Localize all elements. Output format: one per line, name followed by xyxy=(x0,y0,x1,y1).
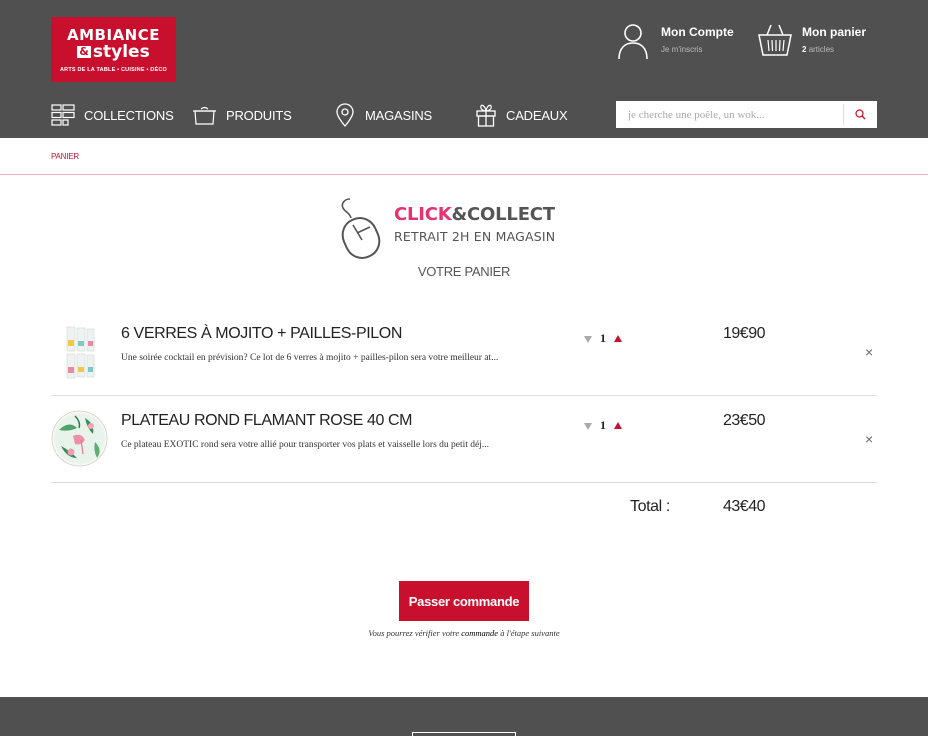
basket-subtitle: 2 articles xyxy=(802,45,834,54)
collections-icon xyxy=(51,104,75,126)
order-note-before: Vous pourrez vérifier votre xyxy=(368,628,460,638)
cart-item: 6 VERRES À MOJITO + PAILLES-PILON Une so… xyxy=(51,309,877,396)
nav-produits[interactable]: PRODUITS xyxy=(192,100,292,130)
logo-tagline: ARTS DE LA TABLE • CUISINE • DÉCO xyxy=(59,67,167,73)
basket-count: 2 xyxy=(802,45,807,54)
gift-icon xyxy=(476,104,496,127)
order-note: Vous pourrez vérifier votre commande à l… xyxy=(0,628,928,638)
search-button[interactable] xyxy=(843,104,877,125)
user-icon xyxy=(618,24,648,60)
cart-item: PLATEAU ROND FLAMANT ROSE 40 CM Ce plate… xyxy=(51,396,877,483)
site-header: AMBIANCE & styles ARTS DE LA TABLE • CUIS… xyxy=(0,0,928,138)
product-price: 19€90 xyxy=(723,325,766,342)
click-collect-title: CLICK&COLLECT xyxy=(394,204,555,225)
site-footer xyxy=(0,697,928,736)
nav-cadeaux[interactable]: CADEAUX xyxy=(475,100,568,130)
basket-title: Mon panier xyxy=(802,25,867,39)
order-note-bold: commande xyxy=(461,628,499,638)
remove-item-button[interactable]: × xyxy=(865,432,873,446)
basket-count-label: articles xyxy=(808,45,835,54)
nav-collections-label: COLLECTIONS xyxy=(84,107,174,123)
search-icon xyxy=(855,109,866,120)
product-description: Une soirée cocktail en prévision? Ce lot… xyxy=(121,353,499,363)
quantity-decrease-button[interactable] xyxy=(584,423,592,430)
basket-icon xyxy=(758,24,792,56)
order-note-after: à l'étape suivante xyxy=(500,628,560,638)
product-name[interactable]: PLATEAU ROND FLAMANT ROSE 40 CM xyxy=(121,412,412,430)
breadcrumb-divider xyxy=(0,174,928,175)
quantity-stepper: 1 xyxy=(584,418,622,433)
quantity-stepper: 1 xyxy=(584,331,622,346)
quantity-value: 1 xyxy=(600,418,606,432)
nav-produits-label: PRODUITS xyxy=(226,107,292,123)
account-link[interactable]: Mon Compte Je m'inscris xyxy=(616,22,746,62)
logo-amp: & xyxy=(77,45,91,58)
footer-logo-frame xyxy=(412,732,516,736)
search-input[interactable] xyxy=(616,101,843,128)
nav-magasins[interactable]: MAGASINS xyxy=(334,100,432,130)
remove-item-button[interactable]: × xyxy=(865,345,873,359)
computer-mouse-icon xyxy=(341,198,381,259)
product-description: Ce plateau EXOTIC rond sera votre allié … xyxy=(121,440,490,450)
pot-icon xyxy=(193,106,216,125)
product-price: 23€50 xyxy=(723,412,766,429)
search-bar xyxy=(616,101,877,128)
nav-magasins-label: MAGASINS xyxy=(365,107,433,123)
total-value: 43€40 xyxy=(723,498,766,515)
nav-collections[interactable]: COLLECTIONS xyxy=(51,100,174,130)
collect-word: COLLECT xyxy=(467,204,555,225)
total-label: Total : xyxy=(630,498,670,515)
account-title: Mon Compte xyxy=(661,25,734,39)
location-pin-icon xyxy=(336,103,354,127)
product-image-mojito-glasses[interactable] xyxy=(51,323,108,380)
product-image-flamingo-tray[interactable] xyxy=(51,410,108,467)
click-word: CLICK xyxy=(394,204,452,225)
quantity-increase-button[interactable] xyxy=(614,335,622,342)
quantity-decrease-button[interactable] xyxy=(584,336,592,343)
checkout-button[interactable]: Passer commande xyxy=(399,581,529,621)
brand-logo[interactable]: AMBIANCE & styles ARTS DE LA TABLE • CUIS… xyxy=(51,17,176,82)
page-title: VOTRE PANIER xyxy=(417,264,511,279)
click-amp: & xyxy=(451,204,468,225)
basket-link[interactable]: Mon panier 2 articles xyxy=(757,22,877,62)
nav-cadeaux-label: CADEAUX xyxy=(506,107,568,123)
click-collect-subtitle: RETRAIT 2H EN MAGASIN xyxy=(394,229,556,244)
logo-styles: styles xyxy=(92,42,150,62)
account-subtitle: Je m'inscris xyxy=(661,45,703,54)
breadcrumb[interactable]: PANIER xyxy=(51,152,79,161)
quantity-value: 1 xyxy=(600,331,606,345)
product-name[interactable]: 6 VERRES À MOJITO + PAILLES-PILON xyxy=(121,325,402,343)
logo-line2: & styles xyxy=(51,44,176,61)
quantity-increase-button[interactable] xyxy=(614,422,622,429)
click-collect-banner: CLICK&COLLECT RETRAIT 2H EN MAGASIN xyxy=(338,196,598,266)
